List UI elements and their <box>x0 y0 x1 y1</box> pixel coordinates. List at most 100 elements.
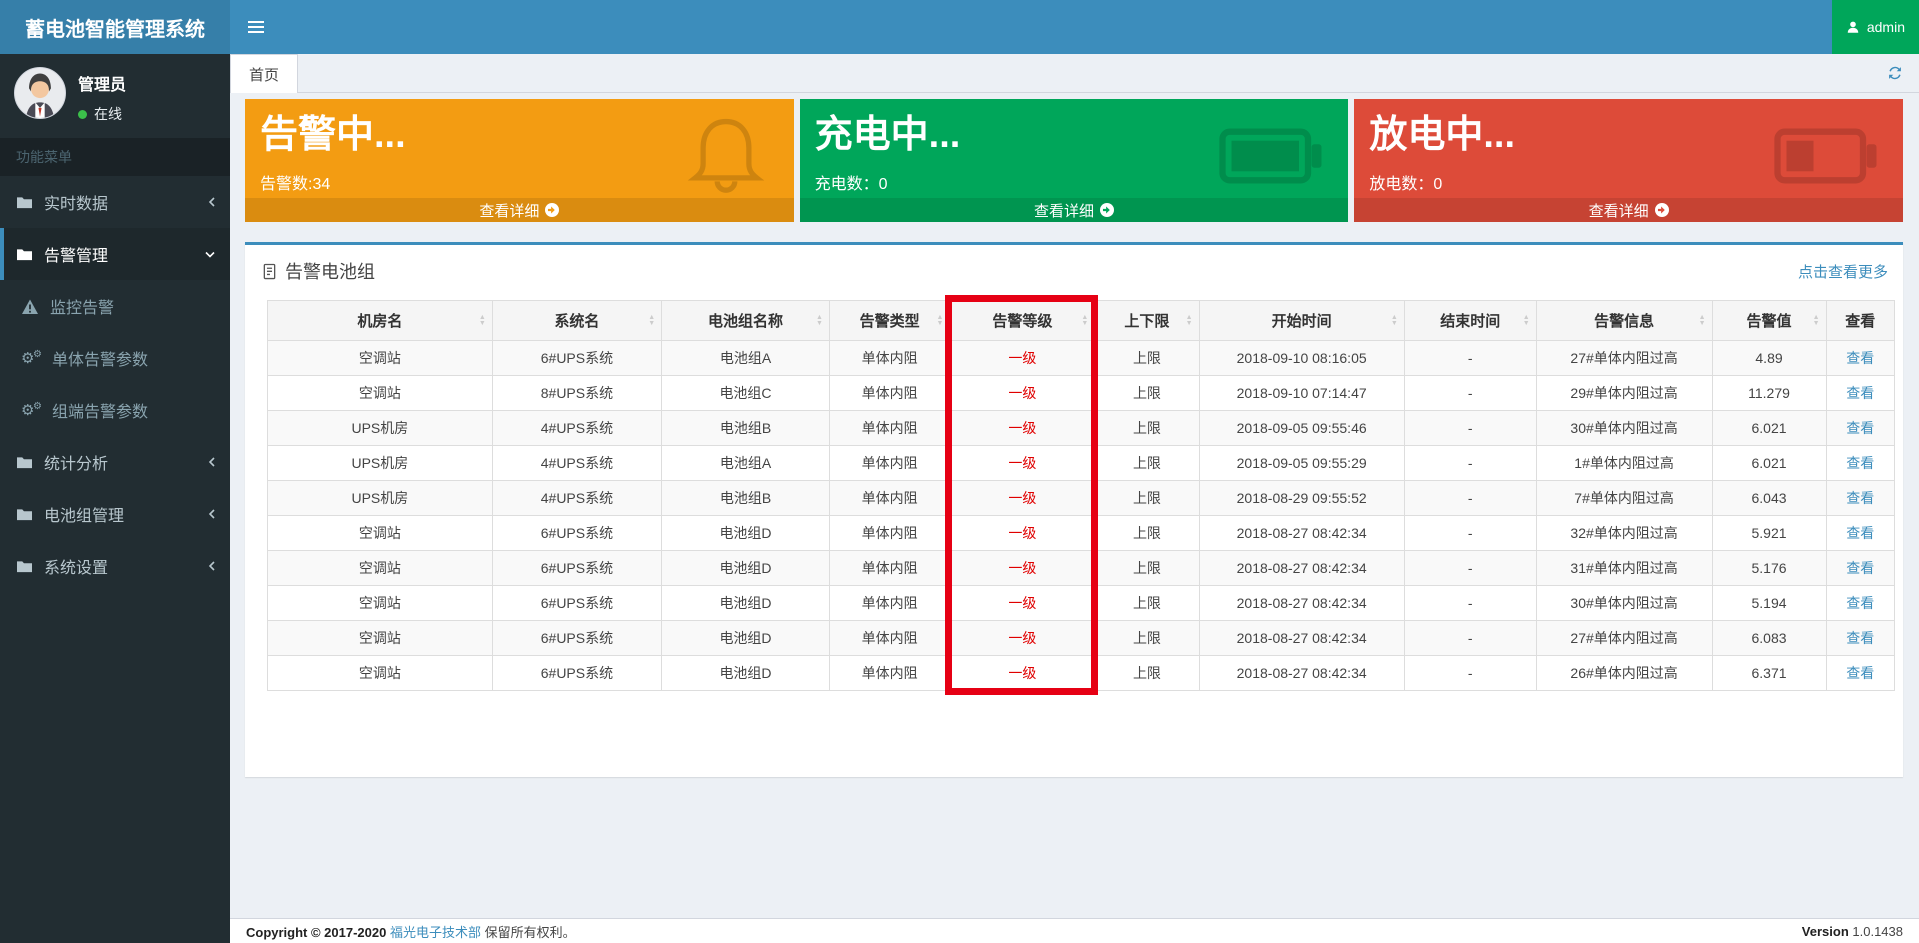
sidebar-item-statistics[interactable]: 统计分析 <box>0 436 230 488</box>
room-name-cell: 空调站 <box>268 621 493 656</box>
folder-icon <box>16 195 33 210</box>
view-link[interactable]: 查看 <box>1846 560 1874 576</box>
chevron-left-icon <box>207 456 216 468</box>
sort-icon[interactable]: ▲▼ <box>479 315 486 327</box>
discharging-card-detail-link[interactable]: 查看详细 <box>1354 198 1903 222</box>
sidebar-item-cell-alarm-params[interactable]: ⚙ 单体告警参数 <box>0 332 230 384</box>
view-link[interactable]: 查看 <box>1846 595 1874 611</box>
alarm-info-cell: 1#单体内阻过高 <box>1536 446 1712 481</box>
arrow-circle-right-icon <box>545 203 559 217</box>
sort-icon[interactable]: ▲▼ <box>648 315 655 327</box>
battery-group-cell: 电池组D <box>662 621 830 656</box>
column-header-6[interactable]: 上下限▲▼ <box>1095 301 1199 341</box>
column-header-3[interactable]: 电池组名称▲▼ <box>662 301 830 341</box>
folder-open-icon <box>16 247 33 262</box>
table-row: 空调站6#UPS系统电池组D单体内阻一级上限2018-08-27 08:42:3… <box>268 621 1895 656</box>
view-cell: 查看 <box>1826 341 1894 376</box>
table-row: 空调站6#UPS系统电池组A单体内阻一级上限2018-09-10 08:16:0… <box>268 341 1895 376</box>
system-name-cell: 6#UPS系统 <box>492 516 661 551</box>
sort-icon[interactable]: ▲▼ <box>1523 315 1530 327</box>
sort-icon[interactable]: ▲▼ <box>1813 315 1820 327</box>
sort-icon[interactable]: ▲▼ <box>1391 315 1398 327</box>
sidebar-toggle-icon[interactable] <box>230 0 282 54</box>
table-row: 空调站6#UPS系统电池组D单体内阻一级上限2018-08-27 08:42:3… <box>268 656 1895 691</box>
alarm-level-cell: 一级 <box>950 446 1095 481</box>
sidebar-item-group-alarm-params[interactable]: ⚙ 组端告警参数 <box>0 384 230 436</box>
end-time-cell: - <box>1404 586 1536 621</box>
view-link[interactable]: 查看 <box>1846 525 1874 541</box>
room-name-cell: 空调站 <box>268 656 493 691</box>
column-header-1[interactable]: 机房名▲▼ <box>268 301 493 341</box>
column-header-11[interactable]: 查看 <box>1826 301 1894 341</box>
view-more-link[interactable]: 点击查看更多 <box>1798 261 1888 282</box>
limit-cell: 上限 <box>1095 411 1199 446</box>
tab-home[interactable]: 首页 <box>230 54 298 93</box>
alarm-info-cell: 27#单体内阻过高 <box>1536 341 1712 376</box>
folder-icon <box>16 455 33 470</box>
alarm-value-cell: 5.921 <box>1712 516 1826 551</box>
alarm-value-cell: 5.176 <box>1712 551 1826 586</box>
alarm-type-cell: 单体内阻 <box>829 656 950 691</box>
view-cell: 查看 <box>1826 656 1894 691</box>
sidebar-item-realtime-data[interactable]: 实时数据 <box>0 176 230 228</box>
user-menu-label: admin <box>1867 19 1905 35</box>
folder-icon <box>16 507 33 522</box>
alarm-card-detail-link[interactable]: 查看详细 <box>245 198 794 222</box>
refresh-icon[interactable] <box>1887 65 1903 81</box>
view-cell: 查看 <box>1826 446 1894 481</box>
end-time-cell: - <box>1404 376 1536 411</box>
copyright-text: Copyright © 2017-2020 福光电子技术部 保留所有权利。 <box>246 922 576 941</box>
alarm-level-cell: 一级 <box>950 516 1095 551</box>
view-link[interactable]: 查看 <box>1846 385 1874 401</box>
sidebar-item-system-settings[interactable]: 系统设置 <box>0 540 230 592</box>
status-cards: 告警中... 告警数:34 查看详细 充电中... 充电数：0 <box>245 99 1903 222</box>
app-logo[interactable]: 蓄电池智能管理系统 <box>0 0 230 54</box>
view-link[interactable]: 查看 <box>1846 350 1874 366</box>
gears-icon: ⚙ <box>21 402 41 419</box>
sort-icon[interactable]: ▲▼ <box>936 315 943 327</box>
sort-icon[interactable]: ▲▼ <box>1699 315 1706 327</box>
sort-icon[interactable]: ▲▼ <box>1186 315 1193 327</box>
view-link[interactable]: 查看 <box>1846 665 1874 681</box>
alarm-value-cell: 6.083 <box>1712 621 1826 656</box>
room-name-cell: 空调站 <box>268 341 493 376</box>
column-header-2[interactable]: 系统名▲▼ <box>492 301 661 341</box>
battery-group-cell: 电池组C <box>662 376 830 411</box>
folder-icon <box>16 559 33 574</box>
app-title: 蓄电池智能管理系统 <box>25 13 205 42</box>
alarm-level-cell: 一级 <box>950 621 1095 656</box>
chevron-left-icon <box>207 560 216 572</box>
tab-bar: 首页 <box>230 54 1919 93</box>
sort-icon[interactable]: ▲▼ <box>1081 315 1088 327</box>
column-header-10[interactable]: 告警值▲▼ <box>1712 301 1826 341</box>
column-header-9[interactable]: 告警信息▲▼ <box>1536 301 1712 341</box>
online-dot-icon <box>78 110 87 119</box>
sidebar-item-alarm-management[interactable]: 告警管理 <box>0 228 230 280</box>
arrow-circle-right-icon <box>1100 203 1114 217</box>
charging-card: 充电中... 充电数：0 查看详细 <box>800 99 1349 222</box>
column-header-4[interactable]: 告警类型▲▼ <box>829 301 950 341</box>
view-link[interactable]: 查看 <box>1846 420 1874 436</box>
company-link[interactable]: 福光电子技术部 <box>390 925 481 940</box>
view-link[interactable]: 查看 <box>1846 630 1874 646</box>
column-header-8[interactable]: 结束时间▲▼ <box>1404 301 1536 341</box>
user-menu-button[interactable]: admin <box>1832 0 1919 54</box>
view-link[interactable]: 查看 <box>1846 455 1874 471</box>
document-icon <box>262 263 277 280</box>
alarm-value-cell: 6.043 <box>1712 481 1826 516</box>
view-link[interactable]: 查看 <box>1846 490 1874 506</box>
sidebar-item-monitor-alarm[interactable]: 监控告警 <box>0 280 230 332</box>
room-name-cell: UPS机房 <box>268 481 493 516</box>
alarm-level-cell: 一级 <box>950 376 1095 411</box>
sort-icon[interactable]: ▲▼ <box>816 315 823 327</box>
arrow-circle-right-icon <box>1655 203 1669 217</box>
column-header-5[interactable]: 告警等级▲▼ <box>950 301 1095 341</box>
room-name-cell: 空调站 <box>268 586 493 621</box>
charging-card-detail-link[interactable]: 查看详细 <box>800 198 1349 222</box>
room-name-cell: UPS机房 <box>268 446 493 481</box>
alarm-level-cell: 一级 <box>950 551 1095 586</box>
sidebar-item-battery-group-management[interactable]: 电池组管理 <box>0 488 230 540</box>
column-header-7[interactable]: 开始时间▲▼ <box>1199 301 1404 341</box>
table-row: UPS机房4#UPS系统电池组A单体内阻一级上限2018-09-05 09:55… <box>268 446 1895 481</box>
start-time-cell: 2018-09-10 07:14:47 <box>1199 376 1404 411</box>
